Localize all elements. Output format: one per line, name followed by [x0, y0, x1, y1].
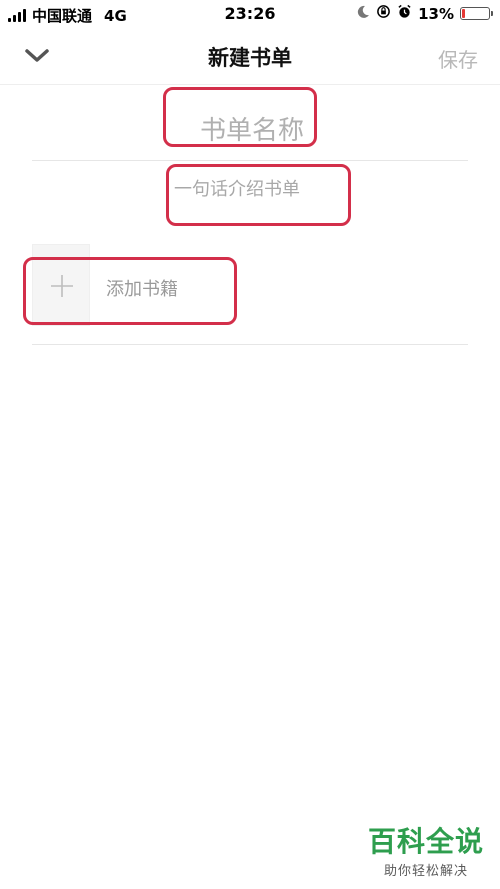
status-bar: 中国联通 4G 23:26 13% [0, 0, 500, 28]
battery-icon [460, 7, 493, 20]
watermark: 百科全说 助你轻松解决 [368, 820, 484, 879]
moon-icon [356, 5, 370, 23]
page-title: 新建书单 [208, 46, 292, 70]
annotation-box-add-book [23, 257, 237, 325]
rotation-lock-icon [376, 4, 391, 23]
battery-level [462, 9, 465, 18]
divider [32, 160, 468, 161]
alarm-icon [397, 4, 412, 23]
battery-percent: 13% [418, 4, 454, 23]
annotation-box-name [163, 87, 317, 147]
status-right: 13% [356, 4, 493, 23]
watermark-logo: 百科全说 [367, 825, 484, 858]
save-button[interactable]: 保存 [438, 44, 478, 73]
annotation-box-intro [166, 164, 351, 226]
watermark-tagline: 助你轻松解决 [383, 864, 468, 879]
nav-bar: 新建书单 保存 [0, 28, 500, 85]
divider [32, 344, 468, 345]
